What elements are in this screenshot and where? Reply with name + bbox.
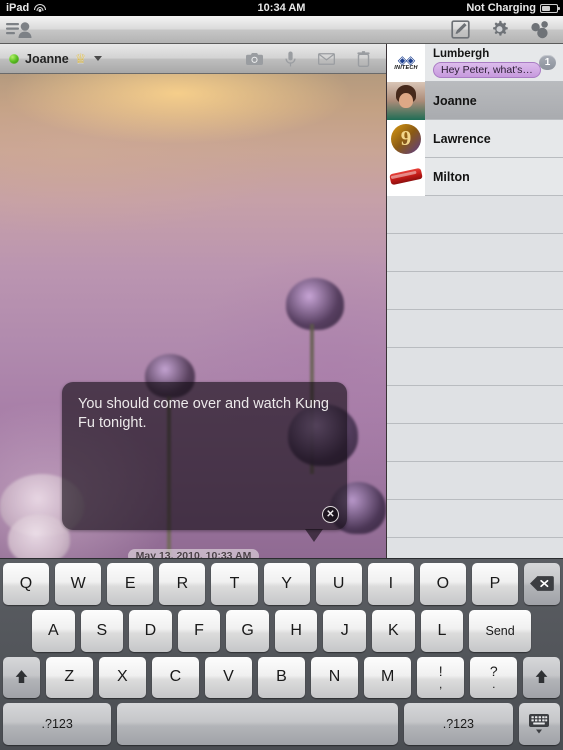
key-j[interactable]: J (323, 609, 367, 652)
contact-row-empty (387, 500, 563, 538)
key-u[interactable]: U (315, 563, 362, 605)
top-navigation-bar (0, 16, 563, 44)
chat-toolbar-contact[interactable]: Joanne ♕ (0, 51, 103, 66)
contact-row-empty (387, 462, 563, 500)
key-m[interactable]: M (364, 656, 412, 699)
onscreen-keyboard: Q W E R T Y U I O P A S D F G H J K L Se… (0, 558, 563, 750)
contact-sidebar: ◈◈ INITECH Lumbergh Hey Peter, what's… 1… (387, 44, 563, 558)
microphone-icon[interactable] (285, 51, 296, 67)
key-exclam-label: ! (438, 662, 443, 679)
key-k[interactable]: K (372, 609, 415, 652)
lawrence-emblem-avatar: 9 (387, 119, 425, 158)
envelope-icon[interactable] (318, 52, 335, 65)
navbar-right (451, 19, 563, 40)
group-bubbles-icon[interactable] (529, 20, 551, 39)
joanne-photo-avatar (387, 81, 425, 120)
trash-icon[interactable] (357, 50, 370, 67)
key-question-label: ? (489, 662, 498, 679)
key-comma-label: , (439, 676, 443, 691)
hide-keyboard-icon[interactable] (518, 703, 560, 745)
chat-toolbar-actions (246, 50, 386, 67)
numeric-key-left[interactable]: .?123 (3, 703, 112, 745)
key-z[interactable]: Z (45, 656, 93, 699)
key-c[interactable]: C (151, 656, 199, 699)
contact-name: Joanne (433, 93, 477, 108)
keyboard-row-2: A S D F G H J K L Send (3, 609, 560, 652)
initech-logo-avatar: ◈◈ INITECH (387, 44, 425, 82)
key-o[interactable]: O (419, 563, 466, 605)
key-q[interactable]: Q (2, 563, 50, 605)
key-question-period[interactable]: ? . (470, 656, 518, 699)
buddy-list-icon[interactable] (5, 20, 35, 40)
key-h[interactable]: H (274, 609, 318, 652)
key-e[interactable]: E (107, 563, 154, 605)
key-g[interactable]: G (226, 609, 269, 652)
contact-row-empty (387, 348, 563, 386)
navbar-left (0, 20, 35, 40)
battery-status-label: Not Charging (466, 2, 536, 14)
shift-up-icon-left[interactable] (3, 656, 40, 699)
backspace-icon[interactable] (524, 563, 561, 605)
chat-contact-name: Joanne (25, 51, 69, 66)
key-period-label: . (492, 676, 496, 691)
keyboard-row-4: .?123 .?123 (3, 703, 560, 745)
key-v[interactable]: V (204, 656, 252, 699)
contact-row-milton[interactable]: Milton (387, 157, 563, 196)
send-key[interactable]: Send (469, 609, 531, 652)
key-b[interactable]: B (257, 656, 306, 699)
chat-toolbar: Joanne ♕ (0, 44, 386, 74)
status-bar: iPad 10:34 AM Not Charging (0, 0, 563, 16)
unread-badge: 1 (539, 55, 556, 70)
key-a[interactable]: A (32, 609, 75, 652)
space-key[interactable] (117, 703, 399, 745)
key-t[interactable]: T (211, 563, 258, 605)
initech-mark: ◈◈ (397, 52, 415, 67)
key-d[interactable]: D (129, 609, 172, 652)
chat-pane: Joanne ♕ You should come over and watch … (0, 44, 387, 558)
compose-icon[interactable] (451, 20, 470, 39)
close-circle-icon[interactable]: ✕ (322, 506, 339, 523)
key-i[interactable]: I (367, 563, 414, 605)
buddy-figure-icon: ♕ (74, 51, 87, 66)
message-list: You should come over and watch Kung Fu t… (0, 74, 386, 558)
key-x[interactable]: X (98, 656, 146, 699)
key-exclam-comma[interactable]: ! , (417, 656, 465, 699)
key-n[interactable]: N (311, 656, 359, 699)
keyboard-row-1: Q W E R T Y U I O P (2, 563, 561, 605)
initech-wordmark: INITECH (394, 64, 418, 71)
key-r[interactable]: R (159, 563, 206, 605)
gear-icon[interactable] (489, 19, 510, 40)
numeric-key-right[interactable]: .?123 (404, 703, 513, 745)
contact-row-empty (387, 310, 563, 348)
key-s[interactable]: S (80, 609, 124, 652)
contact-row-empty (387, 272, 563, 310)
contact-row-joanne[interactable]: Joanne (387, 81, 563, 120)
overlay-message-bubble[interactable]: You should come over and watch Kung Fu t… (62, 382, 347, 542)
red-stapler-avatar (387, 157, 425, 196)
key-y[interactable]: Y (263, 563, 310, 605)
contact-row-empty (387, 234, 563, 272)
camera-icon[interactable] (246, 52, 263, 66)
contact-row-empty (387, 424, 563, 462)
main-content: Joanne ♕ You should come over and watch … (0, 44, 563, 558)
key-l[interactable]: L (420, 609, 464, 652)
contact-row-empty (387, 386, 563, 424)
key-w[interactable]: W (55, 563, 102, 605)
contact-row-empty (387, 196, 563, 234)
status-bar-right: Not Charging (466, 2, 563, 14)
key-f[interactable]: F (177, 609, 221, 652)
contact-message-preview: Hey Peter, what's… (433, 61, 541, 78)
contact-row-lawrence[interactable]: 9 Lawrence (387, 119, 563, 158)
key-p[interactable]: P (471, 563, 519, 605)
battery-icon (540, 3, 560, 13)
message-timestamp: May 13, 2010, 10:33 AM (0, 546, 386, 558)
keyboard-row-3: Z X C V B N M ! , ? . (3, 656, 560, 699)
contact-row-lumbergh[interactable]: ◈◈ INITECH Lumbergh Hey Peter, what's… 1 (387, 44, 563, 82)
available-status-dot (9, 53, 19, 64)
shift-up-icon-right[interactable] (523, 656, 560, 699)
overlay-message-text: You should come over and watch Kung Fu t… (78, 396, 329, 431)
contact-name: Lawrence (433, 131, 491, 146)
chevron-down-icon[interactable] (94, 56, 103, 61)
contact-name: Milton (433, 169, 470, 184)
